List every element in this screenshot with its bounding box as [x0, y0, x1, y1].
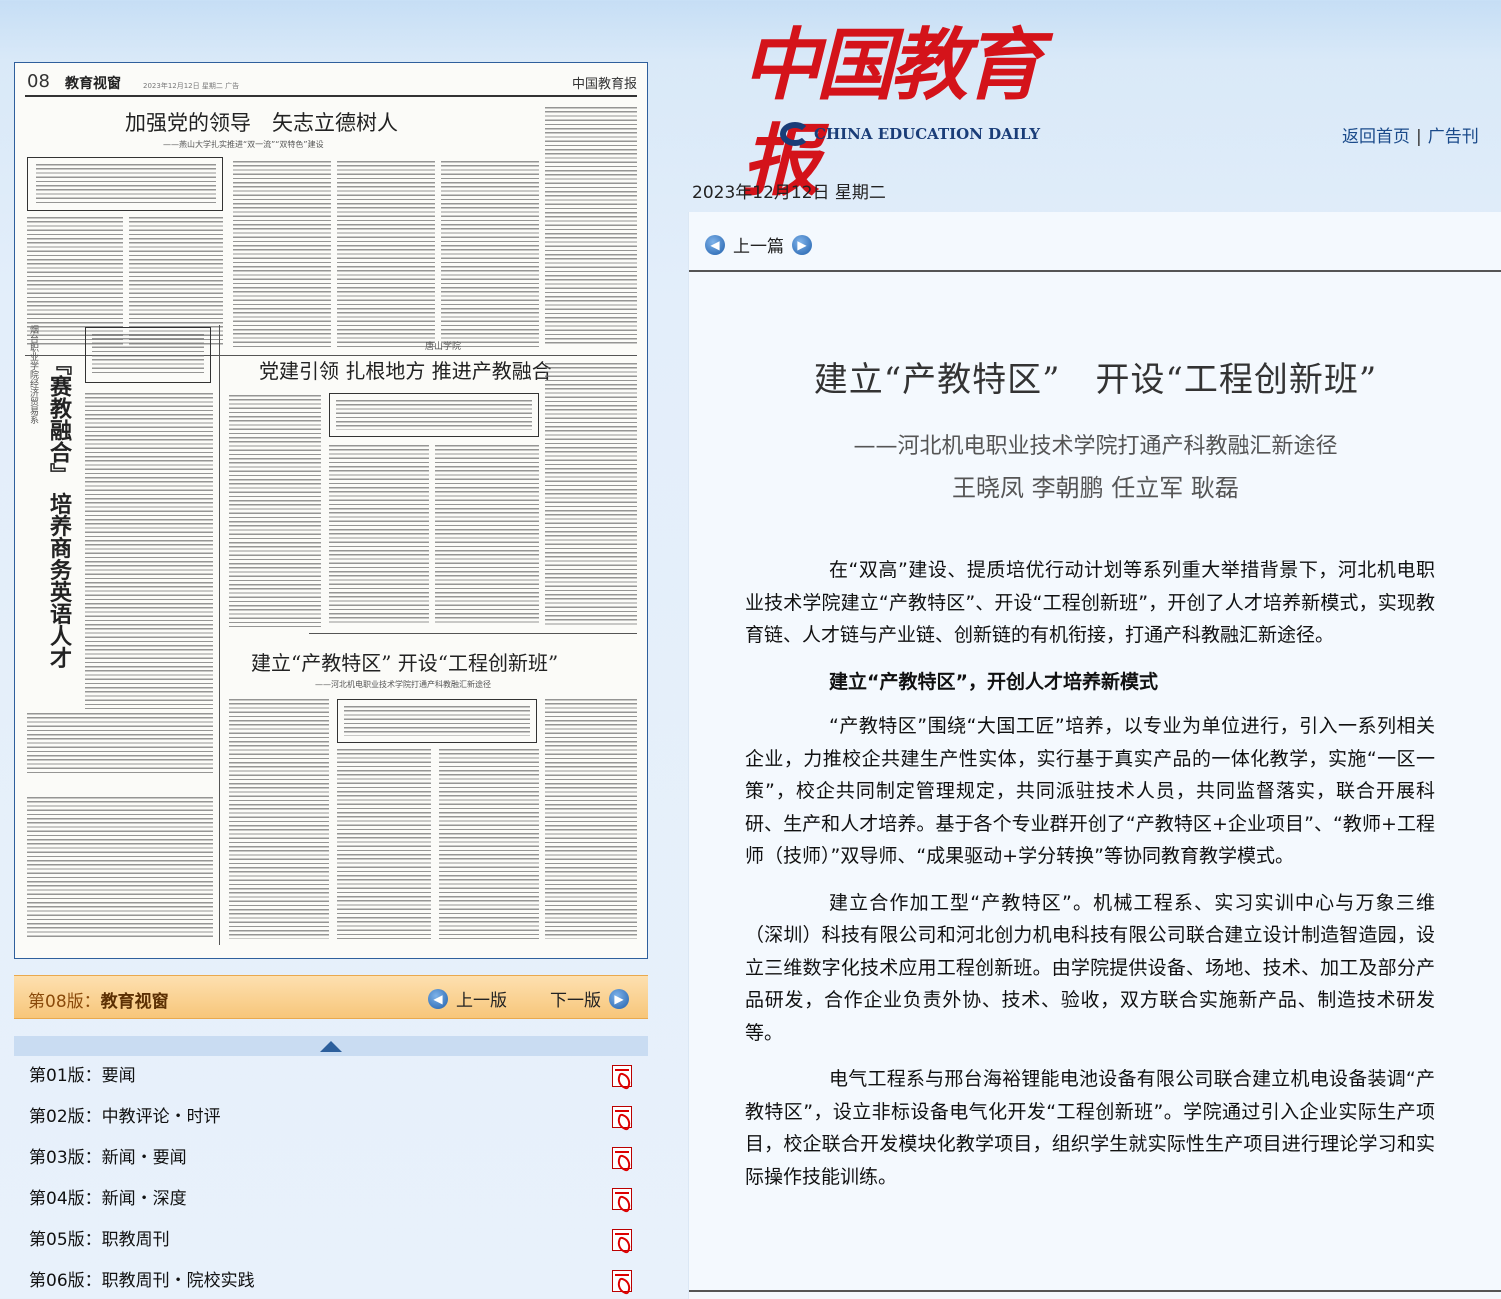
edition-link[interactable]: 第03版：新闻・要闻: [29, 1148, 187, 1168]
edition-list: 第01版：要闻 第02版：中教评论・时评 第03版：新闻・要闻 第04版：新闻・…: [14, 1056, 648, 1299]
text-column: [27, 713, 213, 775]
newspaper-page-thumbnail[interactable]: 08 教育视窗 2023年12月12日 星期二 广告 中国教育报 加强党的领导 …: [14, 62, 648, 959]
logo-english-wrap: CHINA EDUCATION DAILY: [780, 122, 1040, 146]
page-logo: 中国教育报: [571, 77, 637, 92]
text-column: [329, 445, 429, 625]
next-edition-label: 下一版: [550, 991, 601, 1011]
text-column: [129, 217, 223, 345]
pdf-icon[interactable]: [612, 1229, 632, 1251]
text-column: [441, 161, 539, 347]
edition-item[interactable]: 第03版：新闻・要闻: [14, 1138, 648, 1179]
issue-date: 2023年12月12日 星期二: [692, 183, 886, 203]
prev-arrow-icon: ◀: [428, 988, 448, 1009]
page-header-strip: 08 教育视窗 2023年12月12日 星期二 广告 中国教育报: [25, 69, 637, 97]
lead-box-1: [27, 157, 223, 211]
edition-link[interactable]: 第02版：中教评论・时评: [29, 1107, 221, 1127]
text-column: [229, 395, 321, 627]
headline-3[interactable]: 建立“产教特区” 开设“工程创新班”: [251, 647, 558, 676]
text-column: [545, 699, 637, 939]
edition-link[interactable]: 第04版：新闻・深度: [29, 1189, 187, 1209]
pdf-icon[interactable]: [612, 1106, 632, 1128]
article-panel: ◀ 上一篇 ▶ 建立“产教特区” 开设“工程创新班” ——河北机电职业技术学院打…: [688, 212, 1501, 1299]
ads-link[interactable]: 广告刊: [1428, 127, 1479, 147]
collapse-up-icon: [320, 1041, 342, 1052]
text-column: [439, 749, 539, 939]
edition-link[interactable]: 第01版：要闻: [29, 1066, 136, 1086]
edition-link[interactable]: 第06版：职教周刊・院校实践: [29, 1271, 255, 1291]
text-column: [27, 217, 123, 345]
text-column: [337, 749, 431, 939]
article-body: 在“双高”建设、提质培优行动计划等系列重大举措背景下，河北机电职业技术学院建立“…: [745, 554, 1435, 1207]
article-authors: 王晓凤 李朝鹏 任立军 耿磊: [952, 474, 1239, 502]
headline-2[interactable]: 党建引领 扎根地方 推进产教融合: [259, 355, 552, 384]
article-paragraph: 在“双高”建设、提质培优行动计划等系列重大举措背景下，河北机电职业技术学院建立“…: [745, 559, 1435, 646]
current-edition: 第08版：教育视窗: [28, 987, 169, 1012]
divider: [689, 1290, 1501, 1292]
pdf-icon[interactable]: [612, 1188, 632, 1210]
divider: [309, 633, 637, 634]
logo-swoosh-icon: [780, 122, 810, 146]
prev-arrow-icon[interactable]: ◀: [705, 234, 725, 255]
pdf-icon[interactable]: [612, 1270, 632, 1292]
article-paragraph: 电气工程系与邢台海裕锂能电池设备有限公司联合建立机电设备装调“产教特区”，设立非…: [745, 1068, 1435, 1188]
article-paragraph: “产教特区”围绕“大国工匠”培养，以专业为单位进行，引入一系列相关企业，力推校企…: [745, 715, 1435, 867]
headline-1[interactable]: 加强党的领导 矢志立德树人: [125, 107, 398, 137]
pdf-icon[interactable]: [612, 1065, 632, 1087]
lead-box-2: [85, 327, 211, 383]
edition-item[interactable]: 第04版：新闻・深度: [14, 1179, 648, 1220]
home-link[interactable]: 返回首页: [1342, 127, 1410, 147]
edition-item[interactable]: 第05版：职教周刊: [14, 1220, 648, 1261]
headline-3-sub: ——河北机电职业技术学院打通产科教融汇新途径: [315, 680, 491, 689]
text-column: [85, 393, 213, 709]
article-subtitle: ——河北机电职业技术学院打通产科教融汇新途径: [853, 434, 1338, 459]
text-column: [545, 363, 637, 625]
newspaper-logo[interactable]: 中国教育报 CHINA EDUCATION DAILY: [742, 18, 1042, 207]
page-number: 08: [27, 71, 50, 92]
article-title: 建立“产教特区” 开设“工程创新班”: [813, 360, 1378, 400]
prev-edition-label: 上一版: [456, 991, 507, 1011]
kicker-2: 唐山学院: [425, 342, 462, 352]
logo-english: CHINA EDUCATION DAILY: [814, 125, 1041, 143]
edition-item[interactable]: 第01版：要闻: [14, 1056, 648, 1097]
edition-bar: 第08版：教育视窗 ◀ 上一版 下一版 ▶: [14, 975, 648, 1019]
top-links: 返回首页 | 广告刊: [1342, 122, 1479, 147]
text-column: [229, 699, 329, 939]
headline-1-sub: ——燕山大学扎实推进“双一流”“双特色”建设: [163, 140, 324, 149]
divider: [689, 270, 1501, 272]
date-bar: 2023年12月12日 星期二: [688, 170, 1501, 210]
edition-prefix: 第08版：: [28, 992, 101, 1012]
text-column: [337, 161, 435, 347]
text-column: [27, 797, 213, 937]
edition-name: 教育视窗: [100, 992, 169, 1012]
edition-item[interactable]: 第06版：职教周刊・院校实践: [14, 1261, 648, 1299]
text-column: [233, 161, 331, 347]
pdf-icon[interactable]: [612, 1147, 632, 1169]
next-edition-button[interactable]: 下一版 ▶: [550, 986, 629, 1011]
vertical-kicker: 烟台职业学院经济贸易系: [28, 325, 38, 424]
article-paragraph: 建立合作加工型“产教特区”。机械工程系、实习实训中心与万象三维（深圳）科技有限公…: [745, 891, 1435, 1044]
vertical-headline[interactable]: 『赛教融合』 培养商务英语人才: [43, 353, 75, 693]
text-column: [545, 107, 637, 345]
lead-box-4: [337, 699, 537, 743]
edition-item[interactable]: 第02版：中教评论・时评: [14, 1097, 648, 1138]
page-section: 教育视窗: [65, 76, 121, 92]
prev-article-link[interactable]: 上一篇: [733, 232, 784, 257]
article-section-heading: 建立“产教特区”，开创人才培养新模式: [829, 670, 1158, 693]
page-small-info: 2023年12月12日 星期二 广告: [143, 82, 240, 90]
divider: [219, 325, 220, 945]
text-column: [435, 445, 539, 625]
link-separator: |: [1416, 127, 1422, 147]
collapse-toggle[interactable]: [14, 1036, 648, 1056]
prev-article-nav: ◀ 上一篇 ▶: [705, 232, 812, 257]
edition-link[interactable]: 第05版：职教周刊: [29, 1230, 170, 1250]
lead-box-3: [329, 393, 539, 437]
next-arrow-icon[interactable]: ▶: [792, 234, 812, 255]
prev-edition-button[interactable]: ◀ 上一版: [428, 986, 507, 1011]
next-arrow-icon: ▶: [609, 988, 629, 1009]
